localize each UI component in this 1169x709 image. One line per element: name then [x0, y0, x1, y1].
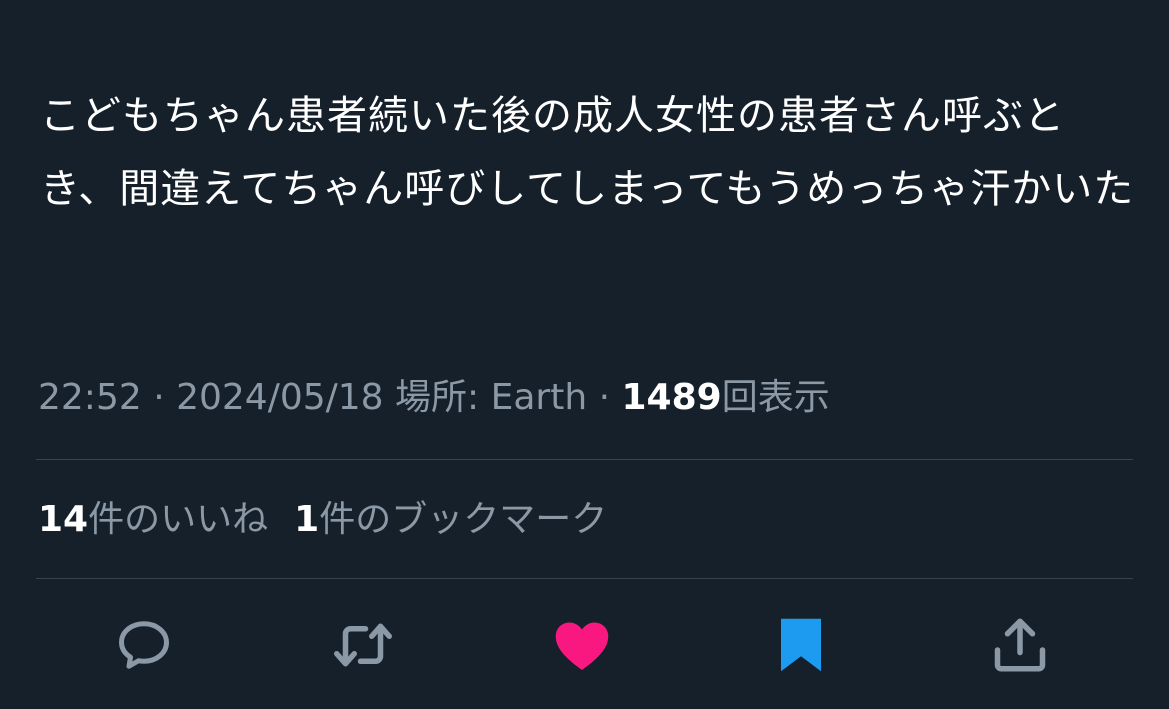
likes-count: 14	[38, 499, 89, 540]
like-button[interactable]	[537, 600, 627, 690]
share-icon	[994, 618, 1046, 672]
retweet-button[interactable]	[318, 600, 408, 690]
bookmarks-label: 件のブックマーク	[319, 499, 608, 540]
divider	[36, 459, 1133, 460]
bookmarks-count: 1	[294, 499, 320, 540]
likes-label: 件のいいね	[88, 499, 269, 540]
tweet-date[interactable]: 2024/05/18	[176, 377, 384, 418]
meta-separator: ·	[587, 377, 622, 418]
tweet-time[interactable]: 22:52	[38, 377, 142, 418]
divider	[36, 578, 1133, 579]
bookmarks-stat[interactable]: 1件のブックマーク	[294, 499, 607, 540]
views-count: 1489	[621, 377, 722, 418]
engagement-stats: 14件のいいね 1件のブックマーク	[38, 494, 607, 546]
tweet-text: こどもちゃん患者続いた後の成人女性の患者さん呼ぶとき、間違えてちゃん呼びしてしま…	[40, 93, 1135, 212]
bookmark-icon	[781, 618, 821, 672]
likes-stat[interactable]: 14件のいいね	[38, 499, 268, 540]
meta-separator: ·	[141, 377, 177, 418]
tweet-meta: 22:52 · 2024/05/18 場所: Earth · 1489回表示	[38, 372, 830, 424]
bookmark-button[interactable]	[756, 600, 846, 690]
share-button[interactable]	[975, 600, 1065, 690]
action-bar	[0, 600, 1169, 690]
tweet-location: 場所: Earth	[383, 377, 588, 418]
heart-icon	[555, 622, 609, 670]
reply-icon	[119, 621, 169, 669]
reply-button[interactable]	[99, 600, 189, 690]
views-label: 回表示	[721, 377, 830, 418]
retweet-icon	[334, 623, 392, 667]
